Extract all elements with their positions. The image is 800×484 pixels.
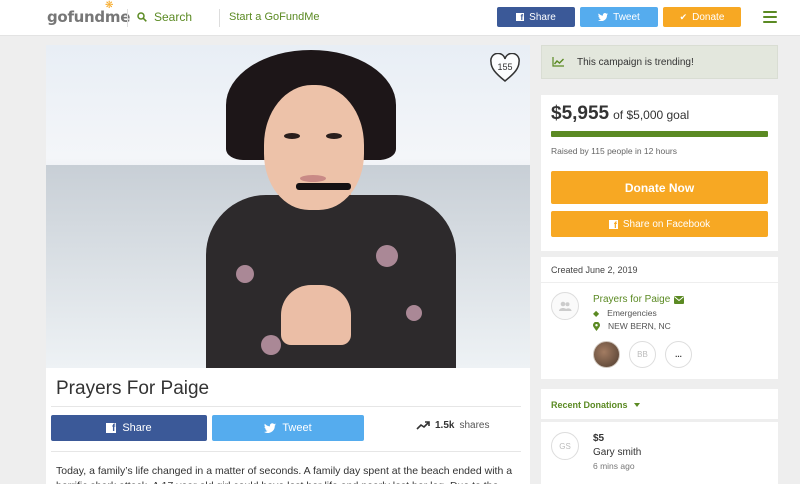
divider [127,9,128,27]
campaign-header-card: Prayers For Paige f Share Tweet 1.5k sha… [46,368,530,484]
header-tweet-button[interactable]: Tweet [580,7,658,27]
trending-up-icon [416,421,430,430]
header-tweet-label: Tweet [613,11,640,23]
campaign-title: Prayers For Paige [56,378,210,399]
recent-donations-header: Recent Donations [541,389,778,419]
search-label: Search [154,10,193,24]
facebook-icon: f [516,13,525,22]
location-text: NEW BERN, NC [608,321,671,331]
more-team-members-button[interactable]: ... [665,341,692,368]
donation-progress-card: $5,955 of $5,000 goal Raised by 115 peop… [541,95,778,251]
donor-name: Gary smith [593,447,642,458]
share-on-facebook-label: Share on Facebook [622,218,711,230]
donation-entry: GS $5 Gary smith 6 mins ago [541,422,778,484]
start-gofundme-link[interactable]: Start a GoFundMe [229,11,320,23]
team-member-initials[interactable]: BB [629,341,656,368]
shares-count: 1.5k [435,420,455,431]
organizer-name: Prayers for Paige [593,294,671,305]
campaign-story: Today, a family’s life changed in a matt… [56,465,513,484]
top-navbar: gofundme ❋ Search Start a GoFundMe f Sha… [0,0,800,36]
logo-sun-icon: ❋ [105,0,114,11]
goal-text: of $5,000 goal [613,108,690,122]
people-icon [559,301,572,311]
divider [541,282,778,283]
campaign-share-button[interactable]: f Share [51,415,207,441]
hamburger-menu-icon[interactable] [763,11,777,23]
divider [51,406,521,407]
map-marker-icon [593,321,600,331]
team-member-avatar[interactable] [593,341,620,368]
shares-counter: 1.5k shares [416,420,489,431]
created-date: Created June 2, 2019 [551,265,638,275]
share-on-facebook-button[interactable]: f Share on Facebook [551,211,768,237]
campaign-tweet-label: Tweet [282,422,312,434]
search-icon [137,12,147,22]
twitter-icon [264,423,277,433]
caret-down-icon [633,403,640,407]
tag-icon: ◆ [593,308,600,318]
campaign-share-label: Share [122,422,152,434]
donation-time: 6 mins ago [593,461,635,471]
facebook-icon: f [106,423,117,434]
header-donate-button[interactable]: ✔ Donate [663,7,741,27]
twitter-icon [598,13,609,21]
raised-amount: $5,955 [551,103,610,124]
location-row: NEW BERN, NC [593,321,671,331]
recent-donations-label: Recent Donations [551,400,628,410]
recent-donations-dropdown[interactable]: Recent Donations [551,400,640,410]
organizer-avatar[interactable] [551,292,579,320]
trending-banner: This campaign is trending! [541,45,778,79]
gofundme-logo[interactable]: gofundme ❋ [47,1,131,27]
header-share-label: Share [529,11,556,23]
heart-favorite-button[interactable]: 155 [489,53,521,83]
donation-amount: $5 [593,433,605,444]
progress-bar-fill [551,131,768,137]
progress-bar [551,131,768,137]
trending-text: This campaign is trending! [577,56,694,68]
donor-avatar: GS [551,432,579,460]
envelope-icon[interactable] [674,295,685,304]
campaign-tweet-button[interactable]: Tweet [212,415,364,441]
category-text: Emergencies [607,308,657,318]
header-share-button[interactable]: f Share [497,7,575,27]
campaign-photo [46,45,530,368]
raised-summary: $5,955 of $5,000 goal [551,103,689,125]
facebook-icon: f [608,219,618,230]
chart-line-icon [552,57,564,67]
raised-by-text: Raised by 115 people in 12 hours [551,146,678,156]
category-row: ◆ Emergencies [593,308,657,318]
divider [51,451,521,452]
logo-text: gofundme [47,8,131,26]
check-icon: ✔ [679,11,688,22]
shares-label: shares [459,420,490,431]
heart-count: 155 [497,62,513,72]
organizer-name-link[interactable]: Prayers for Paige [593,294,685,305]
organizer-card: Created June 2, 2019 Prayers for Paige ◆… [541,257,778,379]
header-donate-label: Donate [692,11,725,23]
divider [219,9,220,27]
donate-now-button[interactable]: Donate Now [551,171,768,204]
search-button[interactable]: Search [137,10,192,24]
